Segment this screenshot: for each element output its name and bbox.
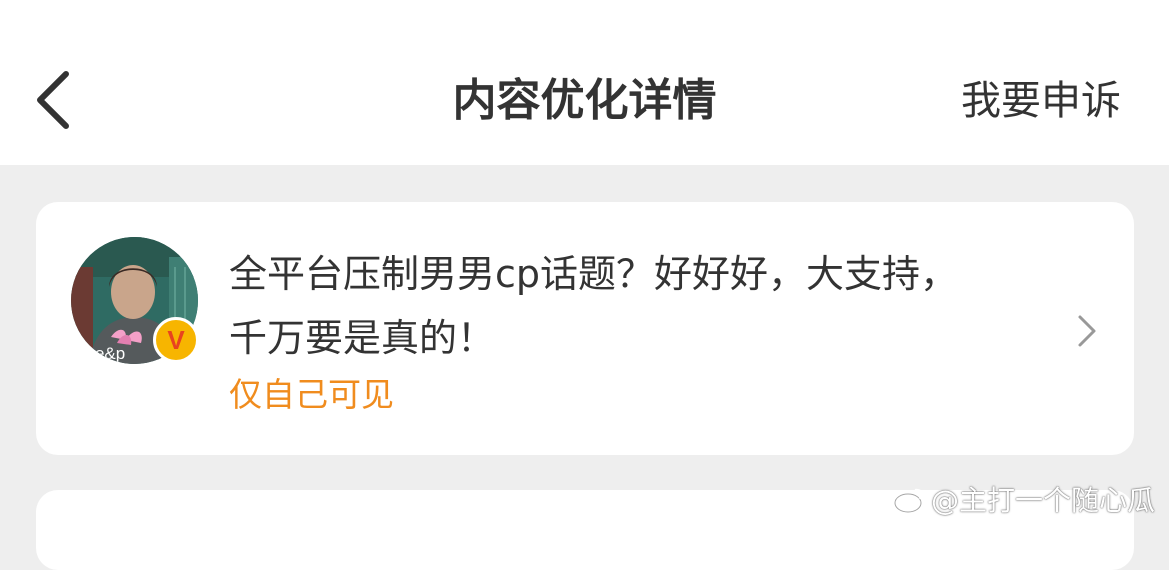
appeal-button[interactable]: 我要申诉: [961, 74, 1121, 128]
avatar-caption: ove&p: [77, 344, 126, 363]
header-bar: 内容优化详情 我要申诉: [0, 0, 1169, 165]
watermark-text: @主打一个随心瓜: [930, 484, 1155, 517]
post-text: 全平台压制男男cp话题？好好好，大支持，千万要是真的！: [229, 252, 959, 360]
post-card[interactable]: ove&p V 全平台压制男男cp话题？好好好，大支持，千万要是真的！ 仅自己可…: [36, 202, 1134, 455]
verified-badge: V: [153, 317, 199, 363]
weibo-logo-icon: [893, 488, 926, 514]
chevron-right-icon[interactable]: [1076, 314, 1098, 348]
visibility-status: 仅自己可见: [229, 375, 394, 414]
watermark: @主打一个随心瓜: [893, 483, 1155, 519]
